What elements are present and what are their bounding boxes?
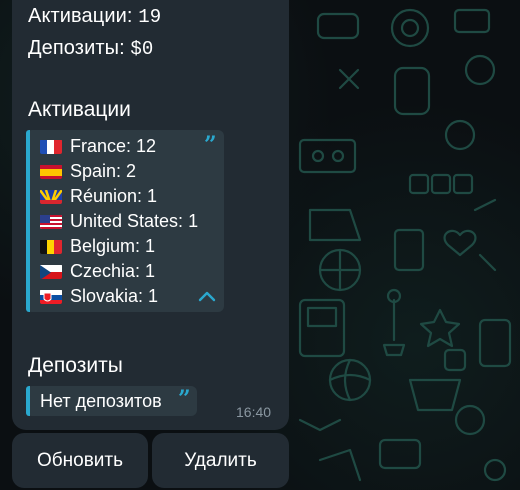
activations-heading: Активации xyxy=(28,98,131,121)
flag-belgium-icon xyxy=(40,239,62,254)
flag-france-icon xyxy=(40,139,62,154)
chevron-up-icon[interactable] xyxy=(198,290,216,302)
flag-reunion-icon xyxy=(40,189,62,204)
refresh-button[interactable]: Обновить xyxy=(12,433,148,488)
quote-icon: ” xyxy=(178,386,191,412)
country-label: France: 12 xyxy=(70,136,157,156)
no-deposits-text: Нет депозитов xyxy=(40,391,162,411)
activations-label: Активации: xyxy=(28,5,133,27)
country-label: Spain: 2 xyxy=(70,161,137,181)
delete-button[interactable]: Удалить xyxy=(152,433,289,488)
list-item: Spain: 2 xyxy=(40,159,136,184)
list-item: United States: 1 xyxy=(40,209,198,234)
list-item: Czechia: 1 xyxy=(40,259,155,284)
flag-slovakia-icon xyxy=(40,289,62,304)
quote-icon: ” xyxy=(204,132,217,158)
list-item: France: 12 xyxy=(40,134,156,159)
country-label: Belgium: 1 xyxy=(70,236,156,256)
country-label: Slovakia: 1 xyxy=(70,286,159,306)
flag-czechia-icon xyxy=(40,264,62,279)
country-label: United States: 1 xyxy=(70,211,199,231)
deposits-blockquote: Нет депозитов ” xyxy=(26,386,197,416)
deposits-value: $0 xyxy=(130,38,154,60)
list-item: Réunion: 1 xyxy=(40,184,157,209)
countries-blockquote: ” France: 12 Spain: 2 Réunion: 1 United … xyxy=(26,130,224,312)
message-time: 16:40 xyxy=(236,404,272,420)
deposits-summary: Депозиты: $0 xyxy=(28,37,153,60)
list-item: Slovakia: 1 xyxy=(40,284,158,309)
country-label: Czechia: 1 xyxy=(70,261,156,281)
activations-summary: Активации: 19 xyxy=(28,5,161,28)
deposits-label: Депозиты: xyxy=(28,37,125,59)
country-label: Réunion: 1 xyxy=(70,186,158,206)
flag-usa-icon xyxy=(40,214,62,229)
flag-spain-icon xyxy=(40,164,62,179)
activations-value: 19 xyxy=(138,6,162,28)
list-item: Belgium: 1 xyxy=(40,234,155,259)
deposits-heading: Депозиты xyxy=(28,354,123,377)
